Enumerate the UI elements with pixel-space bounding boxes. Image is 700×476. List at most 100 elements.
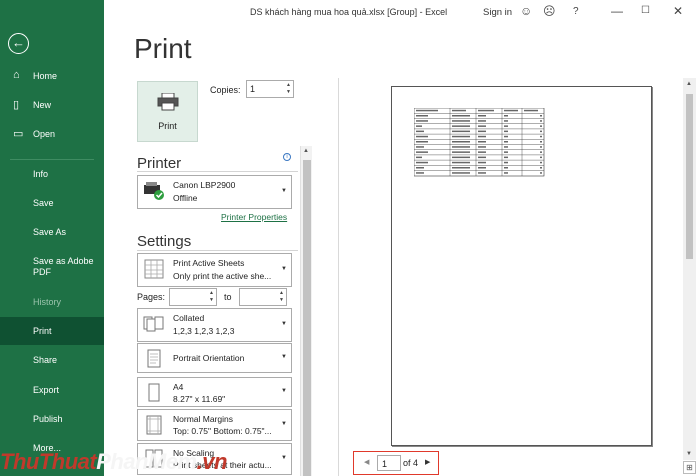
zoom-to-page-icon[interactable]: ⊞	[683, 461, 696, 474]
page-title: Print	[134, 33, 192, 64]
sidebar-item-save-as-pdf[interactable]: Save as Adobe PDF	[0, 252, 104, 284]
orientation-value: Portrait Orientation	[173, 353, 245, 363]
sidebar-item-label: History	[33, 297, 62, 307]
new-document-icon: ▯	[13, 99, 20, 111]
sidebar-item-label: Save As	[33, 227, 67, 237]
sidebar-item-save[interactable]: Save	[0, 189, 104, 217]
sidebar-item-label: Publish	[33, 414, 63, 424]
print-what-value: Print Active Sheets	[173, 258, 245, 268]
collated-icon	[143, 316, 164, 332]
copies-value: 1	[250, 84, 256, 94]
margins-dropdown[interactable]: Normal Margins Top: 0.75" Bottom: 0.75".…	[137, 409, 292, 441]
sidebar-item-info[interactable]: Info	[0, 160, 104, 188]
sheet-preview-table	[414, 108, 545, 177]
paper-icon	[148, 383, 160, 402]
printer-status: Offline	[173, 193, 198, 203]
sidebar-item-home[interactable]: ⌂ Home	[0, 62, 104, 90]
paper-size-value: A4	[173, 382, 184, 392]
print-what-desc: Only print the active she...	[173, 271, 272, 281]
printer-header: Printer	[137, 155, 182, 172]
home-icon: ⌂	[13, 69, 20, 81]
pages-label: Pages:	[137, 292, 166, 302]
sidebar-item-share[interactable]: Share	[0, 346, 104, 374]
chevron-down-icon: ▼	[281, 188, 287, 194]
collation-dropdown[interactable]: Collated 1,2,3 1,2,3 1,2,3 ▼	[137, 308, 292, 342]
portrait-icon	[147, 349, 161, 368]
minimize-icon[interactable]: —	[611, 4, 623, 18]
current-page-input[interactable]: 1	[377, 455, 401, 471]
help-icon[interactable]: ?	[573, 6, 579, 17]
sidebar-item-label: Info	[33, 169, 49, 179]
page-total: of 4	[403, 458, 419, 468]
sidebar-item-open[interactable]: ▭ Open	[0, 120, 104, 148]
printer-name: Canon LBP2900	[173, 180, 236, 190]
title-bar: DS khách hàng mua hoa quả.xlsx [Group] -…	[0, 0, 700, 24]
sidebar-item-save-as[interactable]: Save As	[0, 218, 104, 246]
window-title: DS khách hàng mua hoa quả.xlsx [Group] -…	[250, 7, 448, 17]
pages-to-input[interactable]: ▲ ▼	[239, 288, 287, 306]
orientation-dropdown[interactable]: Portrait Orientation ▼	[137, 343, 292, 373]
chevron-down-icon: ▼	[281, 321, 287, 327]
close-icon[interactable]: ✕	[673, 4, 683, 18]
settings-scrollbar[interactable]: ▲	[300, 146, 312, 476]
preview-page	[391, 86, 652, 446]
pages-from-input[interactable]: ▲ ▼	[169, 288, 217, 306]
printer-device-icon	[144, 182, 164, 200]
margins-icon	[146, 415, 162, 435]
print-what-dropdown[interactable]: Print Active Sheets Only print the activ…	[137, 253, 292, 287]
previous-page-icon[interactable]: ◀	[364, 458, 369, 466]
chevron-down-icon: ▼	[281, 266, 287, 272]
sidebar-item-label: Save	[33, 198, 54, 208]
sidebar-item-label: Home	[33, 71, 58, 81]
collation-value: Collated	[173, 313, 205, 323]
paper-size-dropdown[interactable]: A4 8.27" x 11.69" ▼	[137, 377, 292, 407]
panel-divider	[338, 78, 339, 476]
scrollbar-thumb[interactable]	[686, 94, 693, 259]
frown-icon[interactable]: ☹	[543, 4, 556, 18]
smile-icon[interactable]: ☺	[520, 4, 532, 18]
sidebar-item-new[interactable]: ▯ New	[0, 91, 104, 119]
to-label: to	[224, 292, 232, 302]
stepper-arrows-icon[interactable]: ▲ ▼	[209, 290, 214, 304]
chevron-down-icon: ▼	[281, 388, 287, 394]
preview-scrollbar[interactable]: ▲ ▼	[683, 78, 696, 460]
stepper-arrows-icon[interactable]: ▲ ▼	[286, 82, 291, 96]
scrollbar-thumb[interactable]	[303, 160, 311, 476]
print-button-label: Print	[158, 121, 177, 131]
scroll-up-icon[interactable]: ▲	[303, 148, 309, 154]
page-navigator: ◀ 1 of 4 ▶	[353, 451, 439, 475]
copies-label: Copies:	[210, 85, 241, 95]
chevron-down-icon: ▼	[281, 455, 287, 461]
chevron-down-icon: ▼	[281, 421, 287, 427]
scroll-down-icon[interactable]: ▼	[686, 451, 692, 457]
stepper-arrows-icon[interactable]: ▲ ▼	[279, 290, 284, 304]
sidebar-item-print[interactable]: Print	[0, 317, 104, 345]
info-icon[interactable]: i	[283, 153, 291, 161]
printer-icon	[157, 93, 179, 111]
sidebar-item-label: Save as Adobe PDF	[33, 256, 94, 277]
printer-properties-link[interactable]: Printer Properties	[221, 212, 287, 222]
sign-in-link[interactable]: Sign in	[483, 7, 512, 18]
sidebar-item-label: New	[33, 100, 52, 110]
sidebar-item-publish[interactable]: Publish	[0, 405, 104, 433]
section-divider	[137, 250, 298, 251]
section-divider	[137, 171, 298, 172]
sidebar-item-history: History	[0, 288, 104, 316]
current-page-value: 1	[382, 459, 388, 469]
maximize-icon[interactable]: ☐	[641, 5, 650, 16]
next-page-icon[interactable]: ▶	[425, 458, 430, 466]
folder-icon: ▭	[13, 128, 24, 140]
scroll-up-icon[interactable]: ▲	[686, 81, 692, 87]
sidebar-item-label: Export	[33, 385, 60, 395]
sidebar-item-label: Print	[33, 326, 52, 336]
sidebar-item-export[interactable]: Export	[0, 376, 104, 404]
margins-desc: Top: 0.75" Bottom: 0.75"...	[173, 426, 272, 436]
back-arrow-icon[interactable]: ←	[8, 33, 29, 54]
copies-stepper[interactable]: 1 ▲ ▼	[246, 80, 294, 98]
chevron-down-icon: ▼	[281, 354, 287, 360]
print-button[interactable]: Print	[137, 81, 198, 142]
collation-desc: 1,2,3 1,2,3 1,2,3	[173, 326, 235, 336]
sidebar-item-label: Share	[33, 355, 58, 365]
backstage-sidebar: ← ⌂ Home ▯ New ▭ Open Info Save Save As …	[0, 0, 104, 476]
printer-dropdown[interactable]: Canon LBP2900 Offline ▼	[137, 175, 292, 209]
